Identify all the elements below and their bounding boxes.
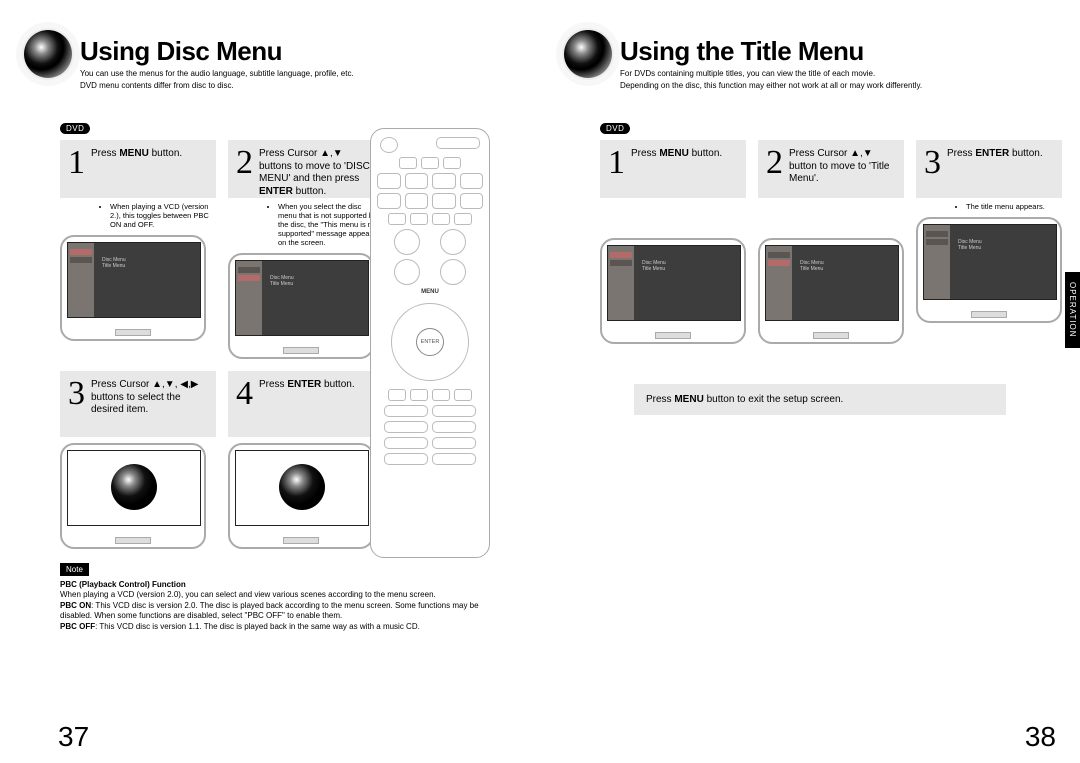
page-number: 38 (1025, 721, 1056, 753)
eye-icon (111, 464, 157, 510)
remote-illustration: MENU ENTER (370, 128, 490, 558)
intro-line-1: For DVDs containing multiple titles, you… (620, 69, 922, 79)
exit-instruction: Press MENU button to exit the setup scre… (634, 384, 1006, 415)
intro-line-2: Depending on the disc, this function may… (620, 81, 922, 91)
page-title: Using the Title Menu (620, 36, 922, 67)
tv-screenshot: Disc Menu Title Menu (60, 235, 206, 341)
step-number: 2 (236, 146, 253, 180)
header-left: Using Disc Menu You can use the menus fo… (24, 30, 516, 91)
step-1: 1 Press MENU button. Disc Menu Title Men… (600, 140, 746, 344)
tv-screenshot-eye (60, 443, 206, 549)
dvd-badge: DVD (600, 123, 630, 134)
step-4: 4 Press ENTER button. (228, 371, 384, 549)
eye-icon (279, 464, 325, 510)
page-title: Using Disc Menu (80, 36, 354, 67)
step-number: 3 (924, 146, 941, 180)
dpad-icon: ENTER (391, 303, 469, 381)
tv-screenshot: Disc Menu Title Menu (758, 238, 904, 344)
section-tab: OPERATION (1065, 272, 1080, 348)
step-3: 3 Press ENTER button. The title menu app… (916, 140, 1062, 344)
step-number: 2 (766, 146, 783, 180)
header-right: Using the Title Menu For DVDs containing… (564, 30, 1056, 91)
step-number: 1 (608, 146, 625, 180)
intro-line-1: You can use the menus for the audio lang… (80, 69, 354, 79)
step-number: 3 (68, 377, 85, 411)
dvd-badge: DVD (60, 123, 90, 134)
tv-screenshot: Disc Menu Title Menu (916, 217, 1062, 323)
tv-screenshot: Disc Menu Title Menu (600, 238, 746, 344)
step-number: 1 (68, 146, 85, 180)
pbc-note: PBC (Playback Control) Function When pla… (60, 580, 496, 632)
page-37: Using Disc Menu You can use the menus fo… (0, 0, 540, 763)
step-3: 3 Press Cursor ▲,▼, ◀,▶ buttons to selec… (60, 371, 216, 549)
step-2: 2 Press Cursor ▲,▼ button to move to 'Ti… (758, 140, 904, 344)
intro-line-2: DVD menu contents differ from disc to di… (80, 81, 354, 91)
note-badge: Note (60, 563, 89, 576)
tv-screenshot-eye (228, 443, 374, 549)
step3-footnote: The title menu appears. (966, 202, 1060, 211)
tv-screenshot: Disc Menu Title Menu (228, 253, 374, 359)
step1-footnote: When playing a VCD (version 2.), this to… (110, 202, 214, 229)
speaker-bullet-icon (24, 30, 72, 78)
speaker-bullet-icon (564, 30, 612, 78)
step2-footnote: When you select the disc menu that is no… (278, 202, 382, 247)
page-number: 37 (58, 721, 89, 753)
step-1: 1 Press MENU button. When playing a VCD … (60, 140, 216, 359)
enter-button-icon: ENTER (416, 328, 444, 356)
page-38: Using the Title Menu For DVDs containing… (540, 0, 1080, 763)
step-2: 2 Press Cursor ▲,▼ buttons to move to 'D… (228, 140, 384, 359)
step-number: 4 (236, 377, 253, 411)
